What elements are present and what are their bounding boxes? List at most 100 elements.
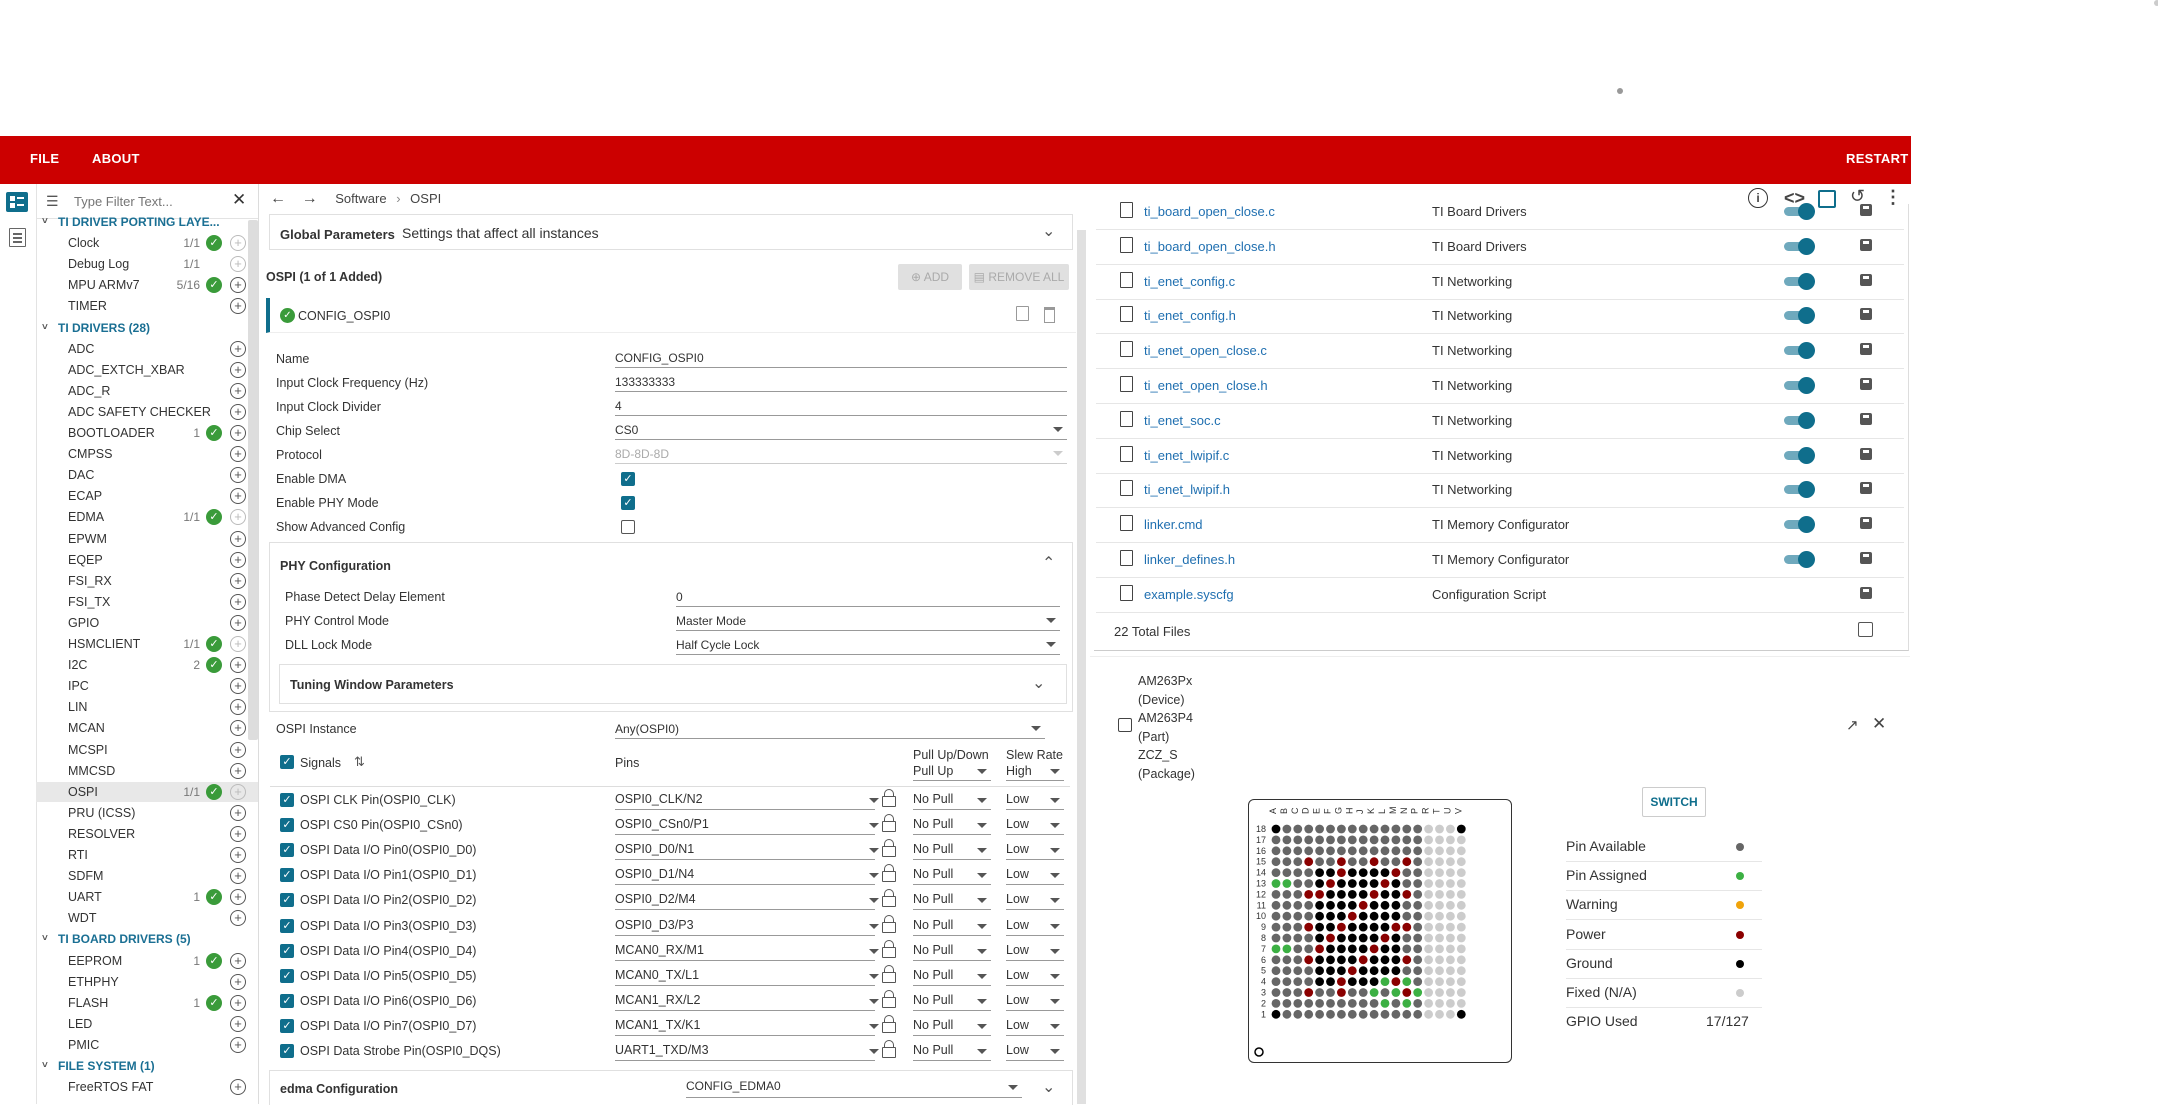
pin-ball[interactable] [1337, 955, 1346, 965]
tree-item[interactable]: PMIC + [36, 1035, 258, 1055]
pin-ball[interactable] [1282, 933, 1292, 943]
copy-icon[interactable] [1016, 306, 1029, 321]
add-module-icon[interactable]: + [230, 699, 246, 716]
pin-ball[interactable] [1446, 955, 1455, 965]
file-row[interactable]: ti_enet_soc.c TI Networking [1096, 403, 1904, 439]
pin-ball[interactable] [1315, 922, 1324, 932]
pin-ball[interactable] [1413, 966, 1423, 976]
pin-ball[interactable] [1446, 824, 1455, 834]
pin-ball[interactable] [1435, 1009, 1444, 1019]
pin-ball[interactable] [1413, 933, 1423, 943]
pin-ball[interactable] [1456, 824, 1466, 834]
pin-ball[interactable] [1424, 955, 1433, 965]
add-module-icon[interactable]: + [230, 741, 246, 758]
file-generate-toggle[interactable] [1782, 516, 1815, 534]
pin-ball[interactable] [1315, 900, 1324, 910]
pin-ball[interactable] [1282, 900, 1292, 910]
signal-checkbox[interactable]: ✓ [280, 793, 294, 807]
pin-ball[interactable] [1391, 824, 1401, 834]
pin-ball[interactable] [1380, 824, 1390, 834]
pin-ball[interactable] [1304, 857, 1314, 867]
pin-ball[interactable] [1380, 955, 1390, 965]
tree-item[interactable]: CMPSS + [36, 444, 258, 464]
tree-item[interactable]: DAC + [36, 465, 258, 485]
pin-ball[interactable] [1380, 879, 1390, 888]
pin-ball[interactable] [1282, 879, 1292, 888]
expand-icon[interactable]: ↗ [1846, 716, 1859, 734]
pin-ball[interactable] [1413, 944, 1423, 954]
pin-ball[interactable] [1391, 966, 1401, 976]
pin-ball[interactable] [1456, 846, 1466, 856]
pin-ball[interactable] [1271, 966, 1281, 976]
file-generate-toggle[interactable] [1782, 342, 1815, 360]
pin-ball[interactable] [1413, 890, 1423, 899]
file-generate-toggle[interactable] [1782, 481, 1815, 499]
field-checkbox[interactable]: ✓ [621, 496, 635, 510]
add-module-icon[interactable]: + [230, 657, 246, 674]
pin-ball[interactable] [1315, 868, 1324, 877]
pin-ball[interactable] [1358, 922, 1368, 932]
pin-ball[interactable] [1293, 955, 1303, 965]
pin-ball[interactable] [1315, 824, 1324, 834]
pin-select[interactable]: OSPI0_D1/N4 [615, 867, 879, 886]
clear-filter-icon[interactable]: ✕ [232, 190, 246, 210]
add-module-icon[interactable]: + [230, 298, 246, 315]
pin-ball[interactable] [1347, 955, 1357, 965]
pull-select[interactable]: No Pull [913, 817, 991, 836]
pin-ball[interactable] [1293, 944, 1303, 954]
pin-ball[interactable] [1337, 890, 1346, 899]
pin-ball[interactable] [1293, 857, 1303, 867]
pin-ball[interactable] [1424, 857, 1433, 867]
pin-ball[interactable] [1326, 835, 1335, 845]
pin-ball[interactable] [1446, 933, 1455, 943]
pin-ball[interactable] [1402, 879, 1412, 888]
pin-ball[interactable] [1347, 966, 1357, 976]
pin-ball[interactable] [1326, 846, 1335, 856]
sort-icon[interactable]: ⇅ [354, 754, 365, 770]
tree-item[interactable]: EEPROM 1 ✓ + [36, 951, 258, 971]
pin-ball[interactable] [1446, 835, 1455, 845]
tree-item[interactable]: BOOTLOADER 1 ✓ + [36, 423, 258, 443]
pin-ball[interactable] [1304, 955, 1314, 965]
add-module-icon[interactable]: + [230, 1079, 246, 1096]
chevron-down-icon[interactable]: ˅ [42, 212, 48, 232]
pin-ball[interactable] [1435, 846, 1444, 856]
pin-ball[interactable] [1435, 944, 1444, 954]
pin-ball[interactable] [1456, 966, 1466, 976]
pin-ball[interactable] [1293, 846, 1303, 856]
pin-ball[interactable] [1446, 922, 1455, 932]
pin-ball[interactable] [1369, 835, 1379, 845]
pin-ball[interactable] [1358, 868, 1368, 877]
file-name-link[interactable]: ti_enet_open_close.c [1144, 343, 1267, 358]
switch-button[interactable]: SWITCH [1642, 787, 1706, 817]
file-generate-toggle[interactable] [1782, 446, 1815, 464]
field-checkbox[interactable] [621, 520, 635, 534]
pin-ball[interactable] [1446, 911, 1455, 921]
chevron-down-icon[interactable]: ⌄ [1042, 1077, 1055, 1097]
pin-ball[interactable] [1424, 988, 1433, 997]
tree-item[interactable]: ADC SAFETY CHECKER + [36, 402, 258, 422]
pin-ball[interactable] [1402, 900, 1412, 910]
phy-field-select[interactable]: Half Cycle Lock [676, 636, 1060, 655]
add-module-icon[interactable]: + [230, 783, 246, 800]
pin-ball[interactable] [1435, 966, 1444, 976]
sidebar-scrollbar[interactable] [248, 220, 258, 740]
pin-ball[interactable] [1369, 879, 1379, 888]
pin-ball[interactable] [1347, 846, 1357, 856]
pin-ball[interactable] [1326, 824, 1335, 834]
tree-group[interactable]: ˅ TI DRIVERS (28) [36, 318, 258, 338]
tree-item[interactable]: MPU ARMv7 5/16 ✓ + [36, 275, 258, 295]
file-row[interactable]: linker.cmd TI Memory Configurator [1096, 507, 1904, 544]
pin-ball[interactable] [1413, 1009, 1423, 1019]
pin-ball[interactable] [1326, 890, 1335, 899]
pin-ball[interactable] [1282, 1009, 1292, 1019]
pin-ball[interactable] [1391, 900, 1401, 910]
file-generate-toggle[interactable] [1782, 411, 1815, 429]
pin-ball[interactable] [1391, 988, 1401, 997]
pin-ball[interactable] [1315, 846, 1324, 856]
pin-ball[interactable] [1435, 890, 1444, 899]
pin-ball[interactable] [1413, 868, 1423, 877]
pin-ball[interactable] [1304, 988, 1314, 997]
file-row[interactable]: ti_enet_lwipif.h TI Networking [1096, 472, 1904, 509]
file-row[interactable]: ti_enet_open_close.h TI Networking [1096, 368, 1904, 404]
